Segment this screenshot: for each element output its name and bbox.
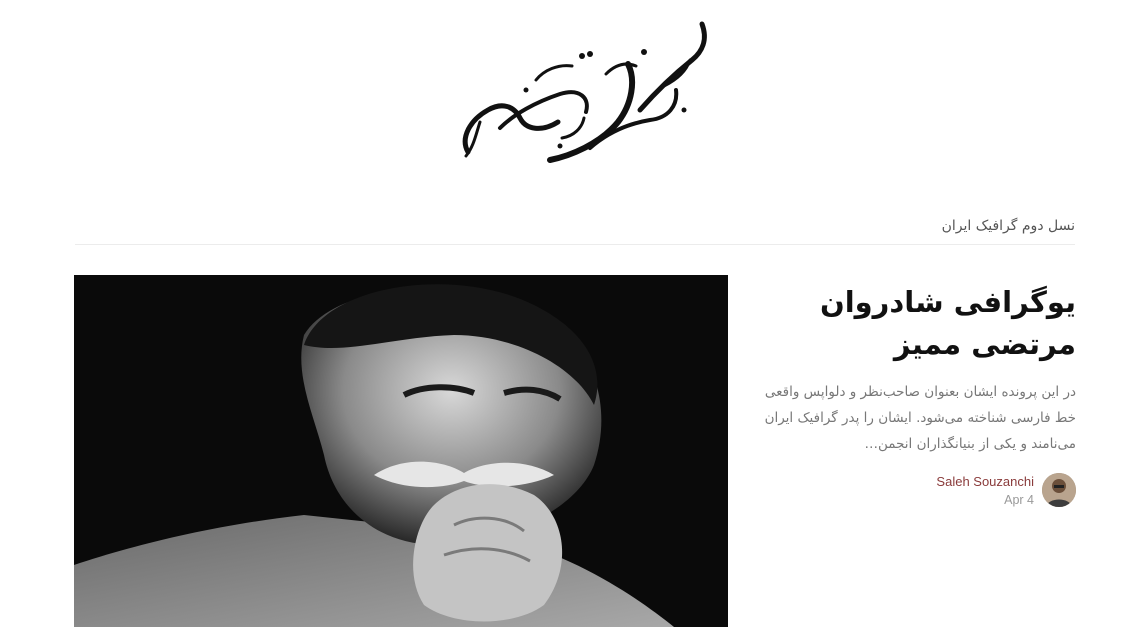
author-name-link[interactable]: Saleh Souzanchi (936, 474, 1034, 489)
featured-post: یوگرافی شادروان مرتضی ممیز در این پرونده… (74, 275, 1076, 627)
post-excerpt: در این پرونده ایشان بعنوان صاحب‌نظر و دل… (764, 384, 1076, 452)
post-title[interactable]: یوگرافی شادروان مرتضی ممیز (756, 281, 1076, 365)
portrait-photo-icon (74, 275, 728, 627)
post-title-line1: یوگرافی شادروان (819, 285, 1076, 319)
section-title-link[interactable]: نسل دوم گرافیک ایران (942, 218, 1075, 234)
post-feature-image[interactable] (74, 275, 728, 627)
post-body: یوگرافی شادروان مرتضی ممیز در این پرونده… (756, 275, 1076, 507)
author-meta: Saleh Souzanchi Apr 4 (936, 474, 1034, 507)
post-date: Apr 4 (1004, 492, 1034, 507)
author-row: Saleh Souzanchi Apr 4 (756, 473, 1076, 507)
avatar-icon (1042, 473, 1076, 507)
section-header: نسل دوم گرافیک ایران (75, 208, 1075, 245)
author-avatar[interactable] (1042, 473, 1076, 507)
calligraphy-logo-icon (462, 21, 707, 163)
site-logo[interactable] (440, 10, 720, 170)
post-title-line2: مرتضی ممیز (893, 327, 1076, 361)
